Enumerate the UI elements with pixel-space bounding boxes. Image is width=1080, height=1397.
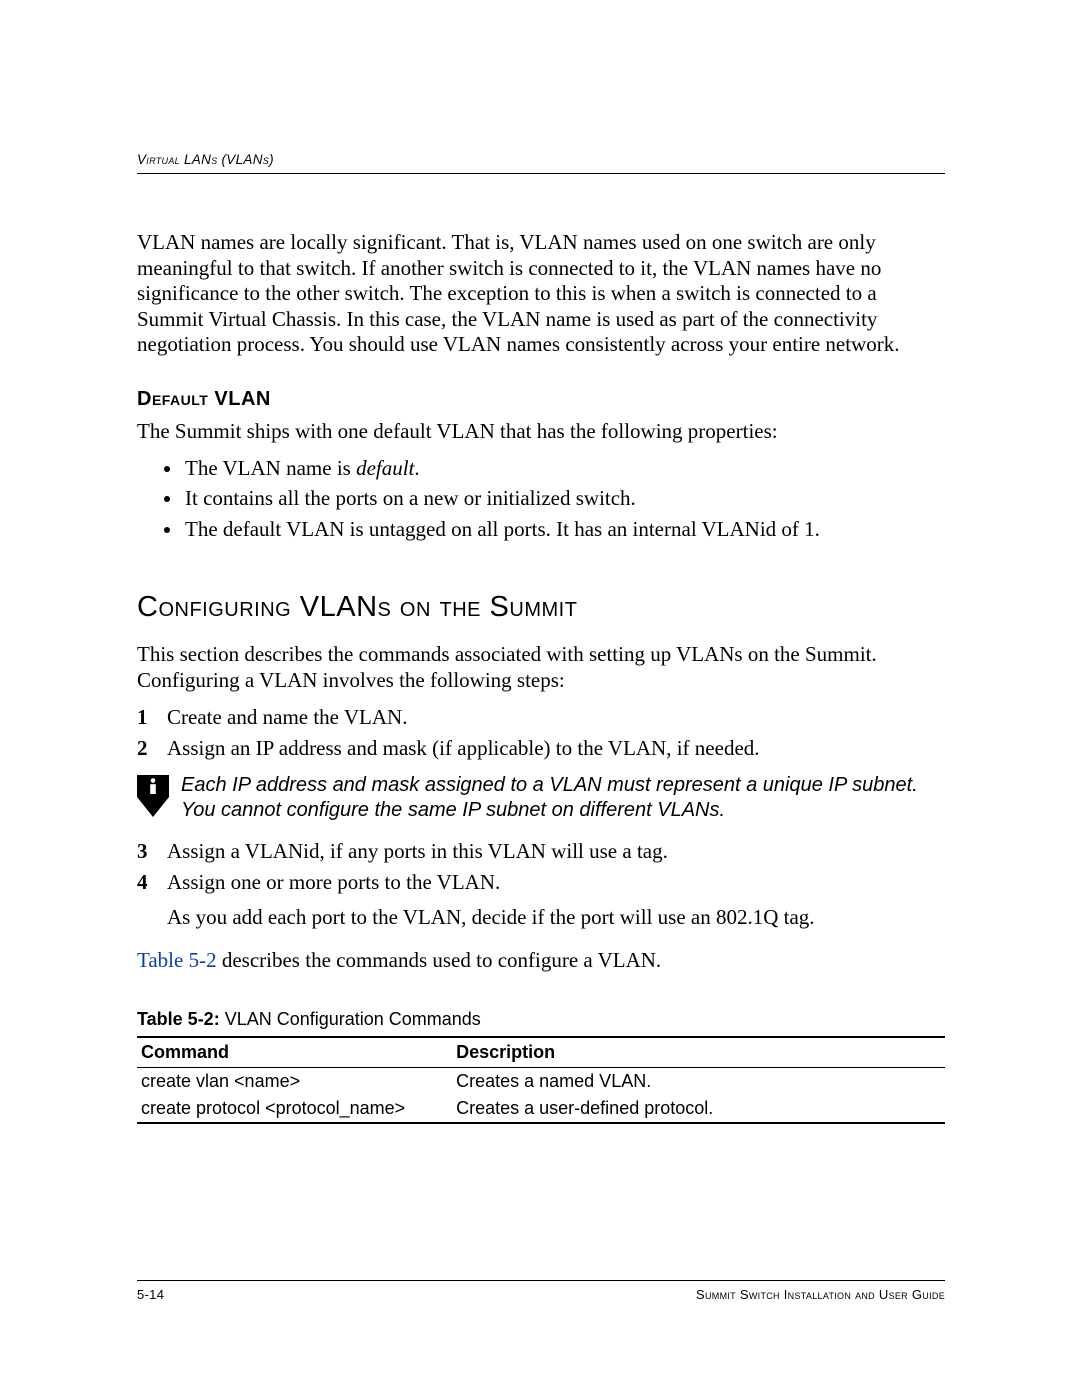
table-caption: Table 5-2: VLAN Configuration Commands <box>137 1009 945 1030</box>
table-reference-link[interactable]: Table 5-2 <box>137 948 217 972</box>
bullet-text: . <box>414 456 419 480</box>
step-sub-text: As you add each port to the VLAN, decide… <box>167 905 945 930</box>
step-item: Create and name the VLAN. <box>137 705 945 730</box>
book-title: Summit Switch Installation and User Guid… <box>696 1287 945 1302</box>
intro-paragraph: VLAN names are locally significant. That… <box>137 230 945 358</box>
bullet-emphasis: default <box>356 456 414 480</box>
table-cell-command: create protocol <protocol_name> <box>137 1095 452 1123</box>
table-header-description: Description <box>452 1037 945 1068</box>
table-cell-command: create vlan <name> <box>137 1068 452 1096</box>
bullet-item: The default VLAN is untagged on all port… <box>183 515 945 543</box>
page-footer: 5-14 Summit Switch Installation and User… <box>137 1280 945 1302</box>
step-item: Assign an IP address and mask (if applic… <box>137 736 945 761</box>
info-icon <box>137 775 169 817</box>
config-steps-continued: Assign a VLANid, if any ports in this VL… <box>137 839 945 895</box>
table-reference-paragraph: Table 5-2 describes the commands used to… <box>137 948 945 973</box>
step-item: Assign a VLANid, if any ports in this VL… <box>137 839 945 864</box>
table-caption-label: Table 5-2: <box>137 1009 220 1029</box>
bullet-text: The VLAN name is <box>185 456 356 480</box>
heading-configuring-vlans: Configuring VLANs on the Summit <box>137 591 945 624</box>
table-reference-text: describes the commands used to configure… <box>217 948 662 972</box>
heading-default-vlan: Default VLAN <box>137 388 945 411</box>
table-caption-text: VLAN Configuration Commands <box>220 1009 481 1029</box>
table-header-command: Command <box>137 1037 452 1068</box>
default-vlan-intro: The Summit ships with one default VLAN t… <box>137 419 945 444</box>
vlan-commands-table: Command Description create vlan <name> C… <box>137 1036 945 1124</box>
step-item: Assign one or more ports to the VLAN. <box>137 870 945 895</box>
default-vlan-bullets: The VLAN name is default. It contains al… <box>137 454 945 543</box>
running-header: Virtual LANs (VLANs) <box>137 152 945 174</box>
table-header-row: Command Description <box>137 1037 945 1068</box>
page-number: 5-14 <box>137 1287 164 1302</box>
info-note-text: Each IP address and mask assigned to a V… <box>181 773 945 823</box>
page: Virtual LANs (VLANs) VLAN names are loca… <box>0 0 1080 1397</box>
table-row: create vlan <name> Creates a named VLAN. <box>137 1068 945 1096</box>
bullet-item: It contains all the ports on a new or in… <box>183 484 945 512</box>
config-steps: Create and name the VLAN. Assign an IP a… <box>137 705 945 761</box>
info-note: Each IP address and mask assigned to a V… <box>137 773 945 823</box>
bullet-item: The VLAN name is default. <box>183 454 945 482</box>
table-cell-description: Creates a user-defined protocol. <box>452 1095 945 1123</box>
config-intro-paragraph: This section describes the commands asso… <box>137 642 945 693</box>
table-row: create protocol <protocol_name> Creates … <box>137 1095 945 1123</box>
table-cell-description: Creates a named VLAN. <box>452 1068 945 1096</box>
